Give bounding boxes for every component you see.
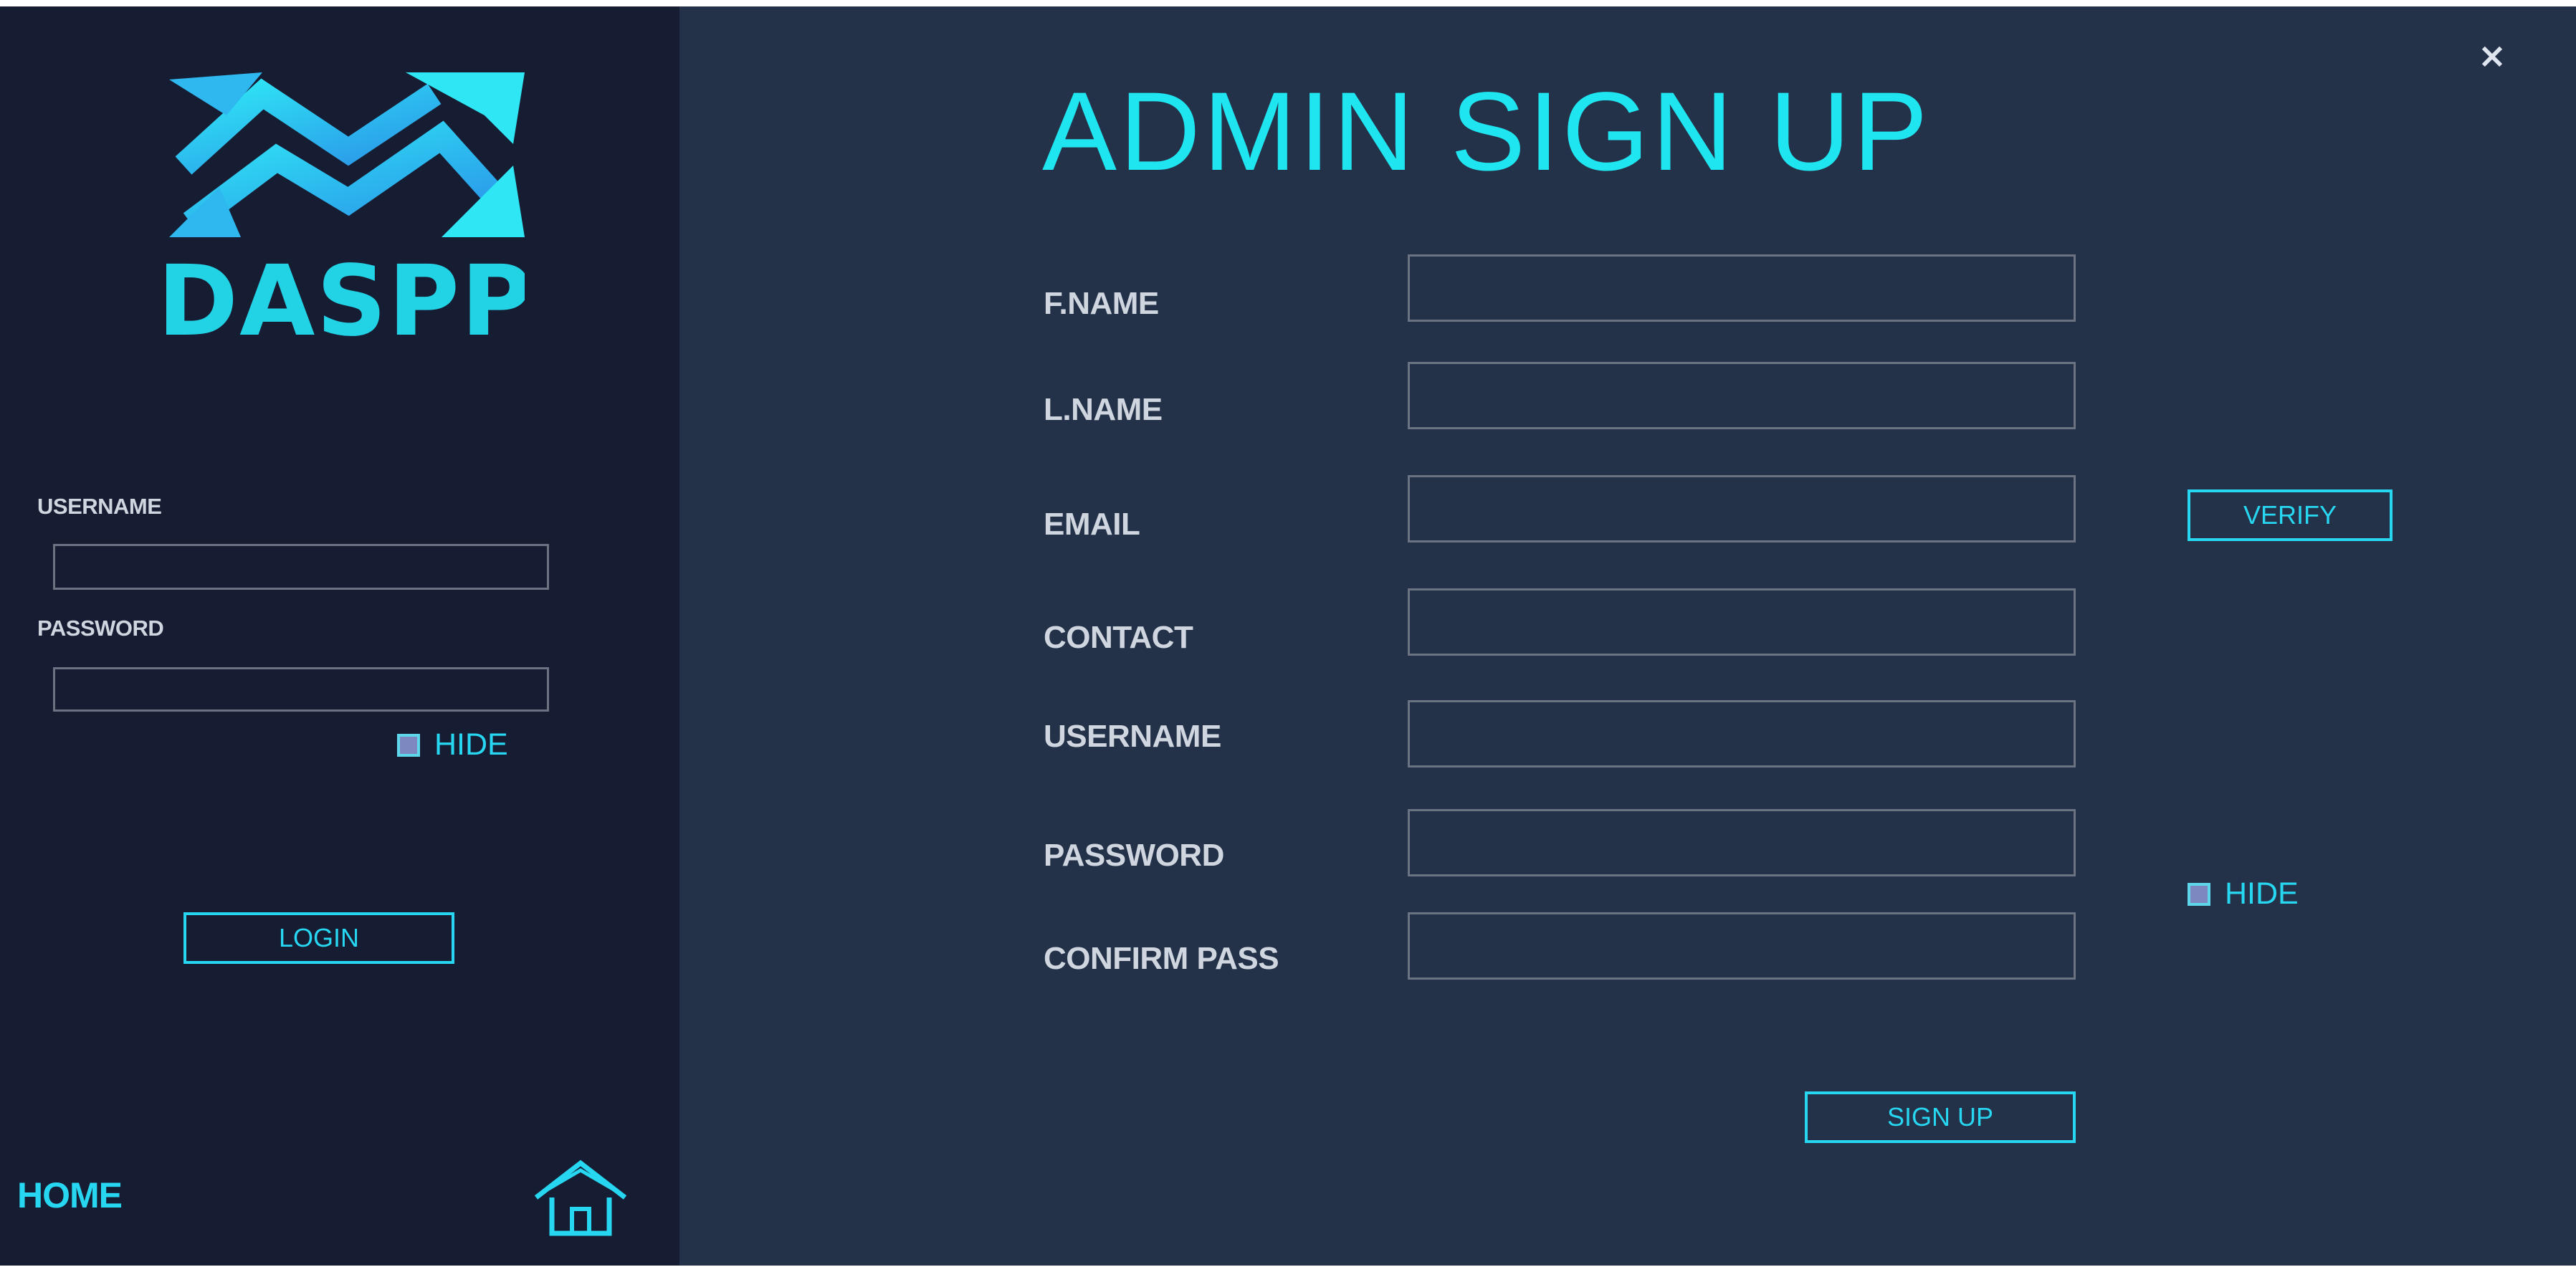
login-button[interactable]: LOGIN: [183, 912, 454, 964]
login-sidebar: DASPP USERNAME PASSWORD HIDE LOGIN HOME: [0, 6, 679, 1266]
page-title: ADMIN SIGN UP: [1042, 70, 1931, 194]
checkbox-box[interactable]: [397, 733, 420, 757]
main-hide-label: HIDE: [2225, 876, 2299, 911]
sidebar-username-input[interactable]: [53, 544, 549, 590]
verify-button[interactable]: VERIFY: [2188, 489, 2393, 541]
username-label: USERNAME: [1044, 719, 1221, 754]
username-input[interactable]: [1408, 700, 2076, 768]
sidebar-password-input[interactable]: [53, 667, 549, 712]
confirm-pass-input[interactable]: [1408, 912, 2076, 980]
fname-label: F.NAME: [1044, 286, 1159, 321]
main-hide-checkbox[interactable]: HIDE: [2188, 876, 2299, 912]
email-input[interactable]: [1408, 475, 2076, 542]
home-label[interactable]: HOME: [17, 1175, 123, 1216]
signup-button[interactable]: SIGN UP: [1805, 1091, 2076, 1143]
sidebar-hide-checkbox[interactable]: HIDE: [397, 727, 508, 762]
lname-input[interactable]: [1408, 362, 2076, 429]
password-input[interactable]: [1408, 809, 2076, 876]
daspp-logo-icon: [169, 72, 525, 237]
password-label: PASSWORD: [1044, 838, 1224, 873]
sidebar-password-label: PASSWORD: [37, 616, 164, 641]
sidebar-hide-label: HIDE: [434, 727, 508, 762]
signup-window: DASPP USERNAME PASSWORD HIDE LOGIN HOME …: [0, 6, 2576, 1266]
fname-input[interactable]: [1408, 254, 2076, 322]
close-icon[interactable]: ×: [2474, 36, 2510, 76]
sidebar-username-label: USERNAME: [37, 494, 162, 519]
daspp-wordmark: DASPP: [166, 250, 525, 350]
svg-text:DASPP: DASPP: [166, 250, 525, 350]
email-label: EMAIL: [1044, 507, 1140, 542]
contact-label: CONTACT: [1044, 620, 1193, 655]
lname-label: L.NAME: [1044, 392, 1163, 427]
contact-input[interactable]: [1408, 588, 2076, 656]
checkbox-box[interactable]: [2188, 882, 2210, 906]
home-icon[interactable]: [532, 1159, 629, 1238]
confirm-pass-label: CONFIRM PASS: [1044, 941, 1279, 976]
